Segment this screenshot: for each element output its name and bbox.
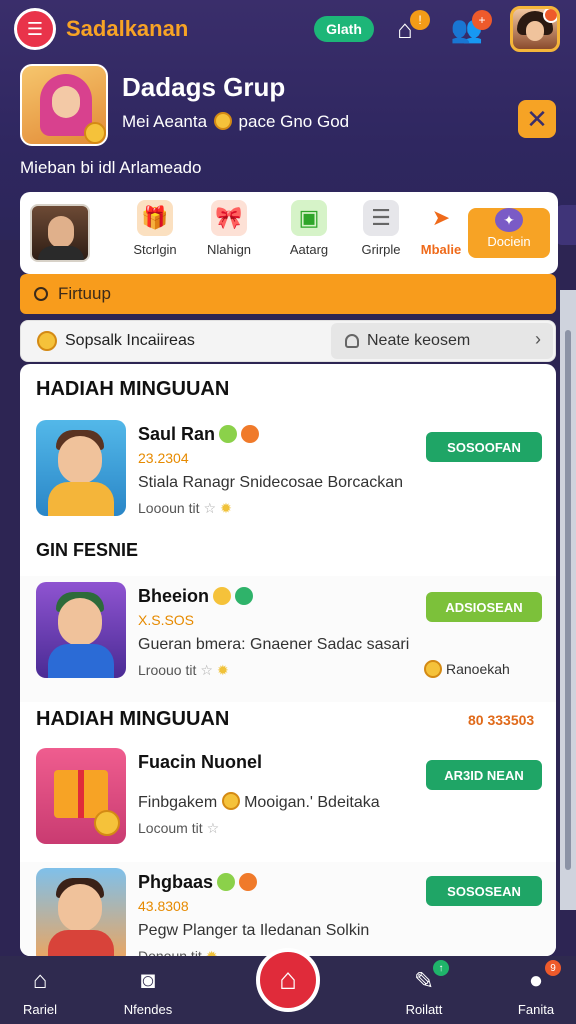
person-icon <box>345 334 359 348</box>
claim-button[interactable]: AR3ID NEAN <box>426 760 542 790</box>
close-button[interactable]: ✕ <box>518 100 556 138</box>
filter-label: Sopsalk Incaiireas <box>65 332 195 349</box>
claim-button[interactable]: SOSOSEAN <box>426 876 542 906</box>
scrollbar-thumb[interactable] <box>565 330 571 870</box>
chat-logo-icon: ☰ <box>14 8 56 50</box>
item-price: 43.8308 <box>138 898 189 914</box>
reward-list: HADIAH MINGUUAN Saul Ran 23.2304 Stiala … <box>20 364 556 956</box>
item-thumbnail <box>36 868 126 956</box>
section-meta: 80 333503 <box>468 712 535 728</box>
category-bar: 🎁 Stcrlgin 🎀 Nlahign ▣ Aatarg ☰ Grirple … <box>20 192 558 274</box>
item-meta: Donoun tit ✹ <box>138 948 218 956</box>
item-title: Phgbaas <box>138 872 258 893</box>
coin-icon <box>37 331 57 351</box>
status-pill[interactable]: Glath <box>314 16 374 42</box>
item-thumbnail <box>36 748 126 844</box>
search-bar[interactable]: Firtuup <box>20 274 556 314</box>
arrow-icon: ➤ <box>431 205 451 230</box>
chevron-right-icon: › <box>535 329 541 349</box>
list-item[interactable]: Fuacin Nuonel Finbgakem Mooigan.' Bdeita… <box>20 742 556 868</box>
group-avatar <box>20 64 108 146</box>
home-icon: ⌂ <box>32 967 48 994</box>
item-meta: Locoum tit ☆ <box>138 820 220 836</box>
item-title: Fuacin Nuonel <box>138 752 263 772</box>
item-thumbnail <box>36 582 126 678</box>
item-thumbnail <box>36 420 126 516</box>
side-panel-edge <box>556 205 576 245</box>
friends-badge: + <box>472 10 492 30</box>
filter-dropdown[interactable]: Neate keosem › <box>331 323 553 359</box>
item-title: Saul Ran <box>138 424 260 445</box>
nav-item-home[interactable]: ⌂ Rariel <box>0 966 80 1017</box>
list-item[interactable]: Phgbaas 43.8308 Pegw Planger ta Iledanan… <box>20 862 556 956</box>
item-price: X.S.SOS <box>138 612 195 628</box>
group-subtitle: Mei Aeanta pace Gno God <box>122 112 350 131</box>
edit-icon: ✎ ↑ <box>409 960 449 996</box>
category-item-active[interactable]: ✦ Dociein <box>468 208 550 258</box>
category-item[interactable]: 🎀 Nlahign <box>190 200 268 257</box>
profile-status-dot <box>543 9 557 23</box>
notification-icon[interactable]: ⌂ ! <box>388 10 430 46</box>
item-title: Bheeion <box>138 586 254 607</box>
badge-icon: ✦ <box>495 208 523 232</box>
house-fab-icon: ⌂ <box>278 963 298 996</box>
notification-badge: ! <box>410 10 430 30</box>
nav-item-profile[interactable]: ● 9 Fanita <box>496 960 576 1017</box>
bottle-icon: ☰ <box>363 200 399 236</box>
item-note: Ranoekah <box>424 660 510 678</box>
nav-item-camera[interactable]: ◙ Nfendes <box>108 966 188 1017</box>
item-desc: Pegw Planger ta Iledanan Solkin <box>138 922 370 939</box>
claim-button[interactable]: SOSOOFAN <box>426 432 542 462</box>
list-item[interactable]: Bheeion X.S.SOS Gueran bmera: Gnaener Sa… <box>20 576 556 702</box>
section-title: HADIAH MINGUUAN <box>36 378 230 400</box>
coin-icon <box>213 112 232 130</box>
group-caption: Mieban bi idl Arlameado <box>20 158 202 177</box>
home-fab-button[interactable]: ⌂ <box>256 948 320 1012</box>
item-desc: Finbgakem Mooigan.' Bdeitaka <box>138 792 380 811</box>
item-meta: Loooun tit ☆ ✹ <box>138 500 232 516</box>
item-price: 23.2304 <box>138 450 189 466</box>
search-icon <box>34 287 48 301</box>
category-item[interactable]: 🎁 Stcrlgin <box>116 200 194 257</box>
item-meta: Lroouo tit ☆ ✹ <box>138 662 229 678</box>
group-title: Dadags Grup <box>122 72 286 102</box>
brand[interactable]: ☰ Sadalkanan <box>14 8 188 50</box>
camera-icon: ◙ <box>140 967 156 994</box>
green-box-icon: ▣ <box>291 200 327 236</box>
item-desc: Stiala Ranagr Snidecosae Borcackan <box>138 474 404 491</box>
claim-button[interactable]: ADSIOSEAN <box>426 592 542 622</box>
list-item[interactable]: Saul Ran 23.2304 Stiala Ranagr Snidecosa… <box>20 414 556 540</box>
filter-row: Sopsalk Incaiireas Neate keosem › <box>20 320 556 362</box>
section-title: HADIAH MINGUUAN <box>36 708 230 730</box>
coin-icon <box>424 660 442 678</box>
present-icon: 🎀 <box>211 200 247 236</box>
user-thumb[interactable] <box>30 204 90 262</box>
scrollbar[interactable] <box>560 290 576 910</box>
category-item[interactable]: ▣ Aatarg <box>270 200 348 257</box>
friends-icon[interactable]: 👥 + <box>450 10 492 46</box>
section-title: GIN FESNIE <box>36 540 139 560</box>
brand-name: Sadalkanan <box>66 16 189 41</box>
item-desc: Gueran bmera: Gnaener Sadac sasari <box>138 636 410 653</box>
profile-avatar[interactable] <box>510 6 560 52</box>
gift-box-icon: 🎁 <box>137 200 173 236</box>
person-icon: ● 9 <box>521 960 561 996</box>
nav-item-edit[interactable]: ✎ ↑ Roilatt <box>384 960 464 1017</box>
